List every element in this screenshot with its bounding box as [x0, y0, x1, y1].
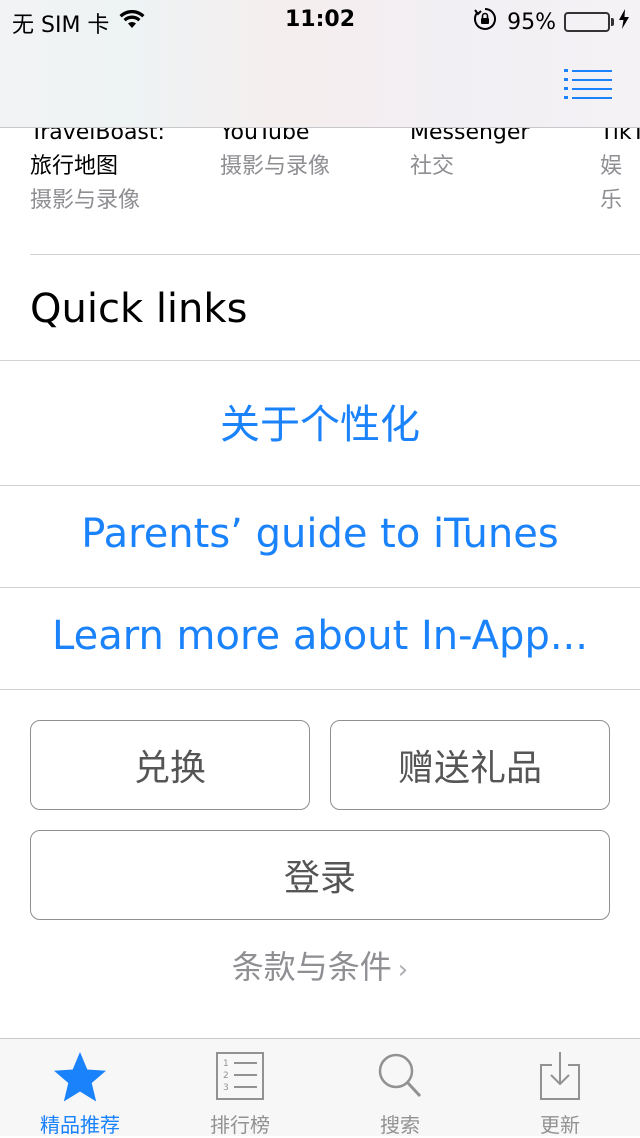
app-category: 社交 [410, 154, 455, 179]
status-bar: 无 SIM 卡 11:02 95% [0, 0, 640, 40]
list-icon[interactable] [564, 68, 612, 100]
redeem-button[interactable]: 兑换 [30, 720, 310, 810]
tab-bar: 精品推荐 1 2 3 排行榜 搜索 更新 [0, 1038, 640, 1137]
app-category: 摄影与录像 [30, 188, 141, 213]
orientation-lock-icon [473, 7, 497, 37]
app-name: TikT [600, 128, 640, 145]
link-in-app-purchases[interactable]: Learn more about In-App... [0, 613, 640, 659]
tab-label: 精品推荐 [40, 1113, 120, 1137]
tab-label: 更新 [540, 1113, 580, 1137]
terms-label: 条款与条件 [231, 948, 392, 986]
chevron-right-icon: › [397, 955, 409, 985]
tab-featured[interactable]: 精品推荐 [0, 1039, 160, 1137]
star-icon [54, 1052, 106, 1102]
status-right: 95% [473, 7, 630, 37]
top-bar: 无 SIM 卡 11:02 95% [0, 0, 640, 128]
app-name: Messenger [410, 128, 530, 145]
app-name: TravelBoast: [30, 128, 165, 145]
tab-label: 搜索 [380, 1113, 420, 1137]
app-name: YouTube [220, 128, 310, 145]
app-category: 娱乐 [600, 154, 623, 213]
sign-in-button[interactable]: 登录 [30, 830, 610, 920]
divider [0, 360, 640, 361]
divider [30, 254, 640, 255]
link-personalization[interactable]: 关于个性化 [0, 392, 640, 450]
battery-icon [564, 12, 614, 32]
divider [0, 485, 640, 486]
ranked-list-icon: 1 2 3 [216, 1052, 264, 1100]
svg-text:1: 1 [223, 1059, 229, 1069]
tab-updates[interactable]: 更新 [480, 1039, 640, 1137]
link-parents-guide[interactable]: Parents’ guide to iTunes [0, 511, 640, 557]
tab-search[interactable]: 搜索 [320, 1039, 480, 1137]
send-gift-button[interactable]: 赠送礼品 [330, 720, 610, 810]
svg-text:3: 3 [223, 1083, 229, 1093]
svg-text:2: 2 [223, 1071, 229, 1081]
terms-link[interactable]: 条款与条件 › [0, 942, 640, 988]
divider [0, 587, 640, 588]
tab-top-charts[interactable]: 1 2 3 排行榜 [160, 1039, 320, 1137]
quick-links-title: Quick links [30, 286, 248, 332]
app-item-tiktok[interactable]: TikT 娱乐 [600, 128, 640, 218]
app-category: 摄影与录像 [220, 154, 331, 179]
divider [0, 689, 640, 690]
search-icon [378, 1053, 422, 1098]
apps-row: TravelBoast: 旅行地图 摄影与录像 YouTube 摄影与录像 Me… [0, 128, 640, 236]
charging-bolt-icon [618, 9, 630, 35]
tab-label: 排行榜 [210, 1113, 270, 1137]
app-subtitle: 旅行地图 [30, 154, 119, 179]
battery-percent: 95% [507, 9, 556, 35]
update-icon [540, 1052, 580, 1100]
main-content: TravelBoast: 旅行地图 摄影与录像 YouTube 摄影与录像 Me… [0, 128, 640, 1038]
app-item-travelboast[interactable]: TravelBoast: 旅行地图 摄影与录像 [30, 128, 210, 218]
app-item-messenger[interactable]: Messenger 社交 [410, 128, 590, 184]
app-item-youtube[interactable]: YouTube 摄影与录像 [220, 128, 400, 184]
